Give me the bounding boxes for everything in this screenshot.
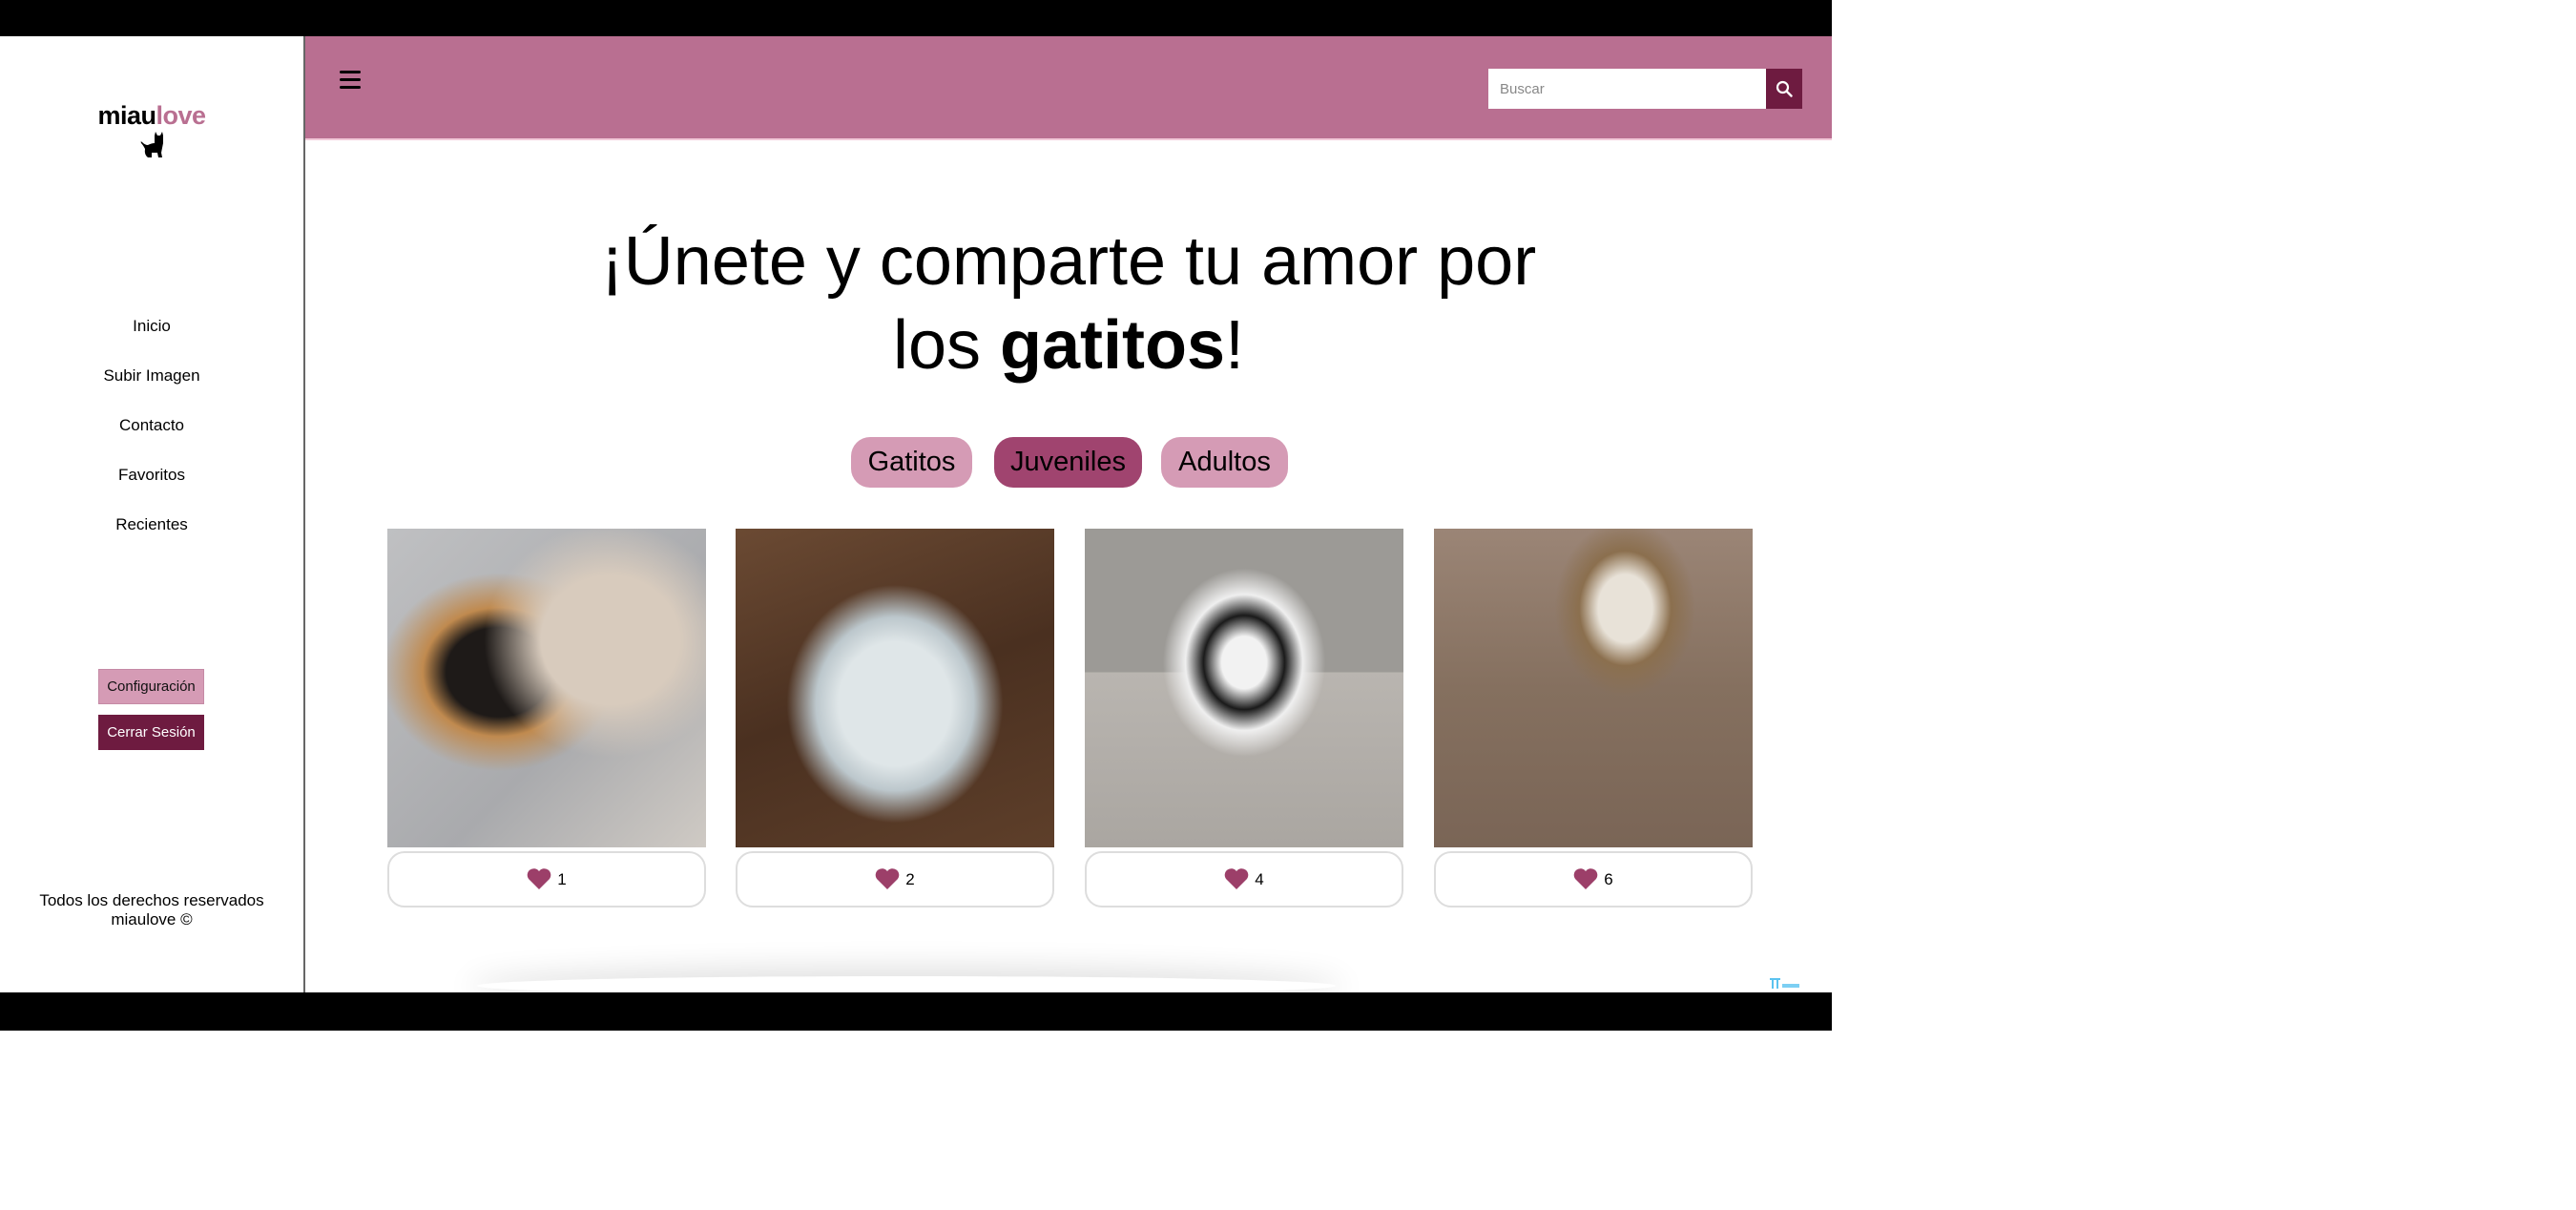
sidebar-item-recientes[interactable]: Recientes <box>0 500 303 550</box>
footer: Todos los derechos reservados miaulove © <box>0 891 303 929</box>
filter-adultos[interactable]: Adultos <box>1161 437 1288 488</box>
filter-gatitos[interactable]: Gatitos <box>851 437 972 488</box>
sidebar-item-inicio[interactable]: Inicio <box>0 302 303 351</box>
app-window: miaulove Inicio Subir Imagen Contacto Fa… <box>0 36 1832 992</box>
config-button[interactable]: Configuración <box>98 669 204 704</box>
title-line-1: ¡Únete y comparte tu amor por <box>600 223 1537 300</box>
heart-icon <box>1224 868 1249 889</box>
watermark-logo <box>1770 978 1799 989</box>
heart-icon <box>527 868 551 889</box>
logo-text-love: love <box>156 101 207 130</box>
logout-button[interactable]: Cerrar Sesión <box>98 715 204 750</box>
search-icon <box>1776 80 1793 97</box>
cat-photo-1[interactable] <box>387 529 706 847</box>
title-text-end: ! <box>1225 307 1245 384</box>
filter-juveniles[interactable]: Juveniles <box>994 437 1142 488</box>
footer-line-1: Todos los derechos reservados <box>39 891 264 909</box>
like-button[interactable]: 4 <box>1085 851 1403 908</box>
title-line-2: los gatitos! <box>305 303 1832 387</box>
search-button[interactable] <box>1766 69 1802 109</box>
hamburger-icon[interactable] <box>340 71 361 90</box>
like-count: 2 <box>905 869 915 888</box>
like-button[interactable]: 2 <box>736 851 1054 908</box>
sidebar: miaulove Inicio Subir Imagen Contacto Fa… <box>0 36 305 992</box>
sidebar-item-subir-imagen[interactable]: Subir Imagen <box>0 351 303 401</box>
like-count: 6 <box>1604 869 1613 888</box>
screen-top-bar <box>0 0 1832 36</box>
section-shadow <box>477 976 1336 992</box>
like-count: 4 <box>1255 869 1264 888</box>
cat-photo-3[interactable] <box>1085 529 1403 847</box>
cat-icon <box>140 132 163 157</box>
like-count: 1 <box>557 869 567 888</box>
footer-line-2: miaulove © <box>111 910 193 928</box>
screen-bottom-bar <box>0 992 1832 1031</box>
page-title: ¡Únete y comparte tu amor por los gatito… <box>305 219 1832 387</box>
heart-icon <box>1573 868 1598 889</box>
like-button[interactable]: 6 <box>1434 851 1753 908</box>
logo-text-miau: miau <box>97 101 156 130</box>
sidebar-item-favoritos[interactable]: Favoritos <box>0 450 303 500</box>
search-input[interactable] <box>1488 69 1766 109</box>
sidebar-nav: Inicio Subir Imagen Contacto Favoritos R… <box>0 302 303 550</box>
heart-icon <box>875 868 900 889</box>
logo[interactable]: miaulove <box>0 101 303 131</box>
top-header <box>305 36 1832 140</box>
cat-photo-4[interactable] <box>1434 529 1753 847</box>
title-text: los <box>892 307 1000 384</box>
sidebar-item-contacto[interactable]: Contacto <box>0 401 303 450</box>
like-button[interactable]: 1 <box>387 851 706 908</box>
title-bold-word: gatitos <box>1000 307 1226 384</box>
cat-photo-2[interactable] <box>736 529 1054 847</box>
